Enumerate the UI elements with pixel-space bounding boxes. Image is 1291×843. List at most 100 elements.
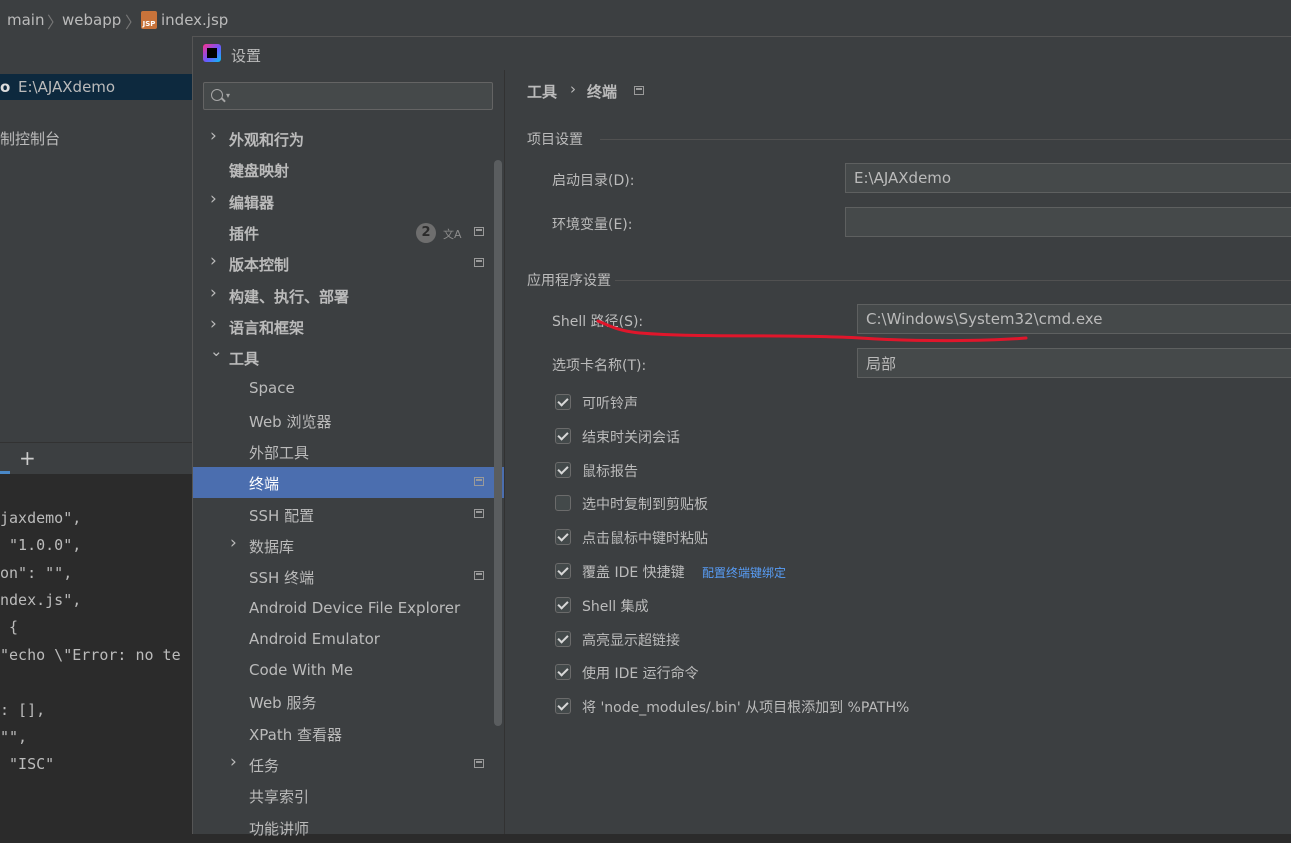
breadcrumb-webapp[interactable]: webapp <box>62 11 121 29</box>
breadcrumb-main[interactable]: main <box>7 11 44 29</box>
sidebar-item[interactable]: 外部工具 <box>193 436 504 467</box>
chevron-right-icon[interactable]: › <box>230 533 237 553</box>
chevron-right-icon[interactable]: › <box>210 189 217 209</box>
sidebar-item[interactable]: › 任务 <box>193 749 504 780</box>
checkbox-checked[interactable] <box>555 529 571 545</box>
option-row[interactable]: 点击鼠标中键时粘贴 <box>555 527 1255 549</box>
sidebar-item[interactable]: Web 浏览器 <box>193 405 504 436</box>
option-row[interactable]: 选中时复制到剪贴板 <box>555 493 1255 515</box>
sidebar-item[interactable]: Android Device File Explorer <box>193 593 504 624</box>
start-dir-input[interactable] <box>845 163 1291 193</box>
env-vars-label: 环境变量(E): <box>552 217 633 233</box>
dialog-titlebar[interactable]: 设置 <box>193 37 1291 70</box>
search-icon[interactable] <box>211 89 223 101</box>
option-label[interactable]: 选中时复制到剪贴板 <box>582 494 708 514</box>
option-row[interactable]: 使用 IDE 运行命令 <box>555 662 1255 684</box>
intellij-logo-icon <box>203 44 221 62</box>
sidebar-item[interactable]: SSH 配置 <box>193 499 504 530</box>
sidebar-item[interactable]: › 外观和行为 <box>193 123 504 154</box>
option-label[interactable]: 将 'node_modules/.bin' 从项目根添加到 %PATH% <box>582 697 909 717</box>
chevron-right-icon[interactable]: › <box>210 126 217 146</box>
option-row[interactable]: 覆盖 IDE 快捷键 配置终端键绑定 <box>555 561 1255 583</box>
chevron-down-icon[interactable]: ⌄ <box>210 342 223 360</box>
option-row[interactable]: 将 'node_modules/.bin' 从项目根添加到 %PATH% <box>555 696 1255 718</box>
checkbox-checked[interactable] <box>555 597 571 613</box>
sidebar-item[interactable]: › 编辑器 <box>193 186 504 217</box>
option-label[interactable]: 点击鼠标中键时粘贴 <box>582 528 708 548</box>
sidebar-item-label: Web 服务 <box>249 694 317 712</box>
sidebar-item-label: 任务 <box>249 757 280 775</box>
jsp-file-icon: JSP <box>141 11 157 29</box>
checkbox-checked[interactable] <box>555 631 571 647</box>
settings-search-input[interactable] <box>236 86 490 108</box>
chevron-right-icon[interactable]: › <box>210 314 217 334</box>
sidebar-item-label: 键盘映射 <box>229 162 290 180</box>
checkbox-checked[interactable] <box>555 563 571 579</box>
ide-breadcrumb: main 〉 webapp 〉 JSP index.jsp <box>0 0 1291 41</box>
sidebar-item[interactable]: 终端 <box>193 467 504 498</box>
code-line: : [], <box>0 701 46 719</box>
env-vars-input[interactable] <box>845 207 1291 237</box>
checkbox-checked[interactable] <box>555 664 571 680</box>
checkbox-checked[interactable] <box>555 462 571 478</box>
sidebar-item[interactable]: › 语言和框架 <box>193 311 504 342</box>
search-options-caret-icon[interactable]: ▾ <box>226 91 230 100</box>
code-line: on": "", <box>0 564 73 582</box>
sidebar-item[interactable]: Space <box>193 373 504 404</box>
sidebar-item[interactable]: Web 服务 <box>193 686 504 717</box>
option-row[interactable]: 结束时关闭会话 <box>555 426 1255 448</box>
sidebar-item[interactable]: 共享索引 <box>193 780 504 811</box>
option-label[interactable]: 高亮显示超链接 <box>582 630 680 650</box>
checkbox-checked[interactable] <box>555 698 571 714</box>
sidebar-item[interactable]: Android Emulator <box>193 624 504 655</box>
checkbox-checked[interactable] <box>555 428 571 444</box>
sidebar-scrollbar[interactable] <box>494 160 502 726</box>
project-level-icon <box>474 509 484 518</box>
option-row[interactable]: 高亮显示超链接 <box>555 629 1255 651</box>
breadcrumb-separator-icon: 〉 <box>125 13 142 32</box>
settings-search-box[interactable]: ▾ <box>203 82 493 110</box>
sidebar-item[interactable]: › 数据库 <box>193 530 504 561</box>
sidebar-item-label: 语言和框架 <box>229 319 305 337</box>
content-breadcrumb-tools[interactable]: 工具 <box>527 81 557 102</box>
option-label[interactable]: 可听铃声 <box>582 393 638 413</box>
option-row[interactable]: 可听铃声 <box>555 392 1255 414</box>
translate-icon: 文A <box>443 228 462 241</box>
project-root-row[interactable]: o E:\AJAXdemo <box>0 74 192 100</box>
content-breadcrumb-terminal: 终端 <box>587 83 618 101</box>
option-row[interactable]: 鼠标报告 <box>555 460 1255 482</box>
sidebar-item[interactable]: Code With Me <box>193 655 504 686</box>
sidebar-item[interactable]: 插件 2 文A <box>193 217 504 248</box>
sidebar-item[interactable]: XPath 查看器 <box>193 718 504 749</box>
sidebar-item-label: 功能讲师 <box>249 820 310 838</box>
sidebar-item[interactable]: › 版本控制 <box>193 248 504 279</box>
tool-window-label[interactable]: 制控制台 <box>0 128 60 149</box>
option-row[interactable]: Shell 集成 <box>555 595 1255 617</box>
shell-path-input[interactable] <box>857 304 1291 334</box>
editor-code-area: jaxdemo", "1.0.0", on": "", ndex.js", { … <box>0 474 192 833</box>
code-line: "ISC" <box>0 755 55 773</box>
checkbox-checked[interactable] <box>555 394 571 410</box>
checkbox-unchecked[interactable] <box>555 495 571 511</box>
sidebar-item[interactable]: ⌄ 工具 <box>193 342 504 373</box>
tab-name-input[interactable] <box>857 348 1291 378</box>
chevron-right-icon[interactable]: › <box>210 251 217 271</box>
option-label[interactable]: 结束时关闭会话 <box>582 427 680 447</box>
chevron-right-icon[interactable]: › <box>210 283 217 303</box>
configure-keybindings-link[interactable]: 配置终端键绑定 <box>702 564 786 581</box>
sidebar-item[interactable]: 键盘映射 <box>193 154 504 185</box>
option-label[interactable]: 鼠标报告 <box>582 461 638 481</box>
option-label[interactable]: Shell 集成 <box>582 596 649 616</box>
sidebar-item[interactable]: 功能讲师 <box>193 812 504 843</box>
dialog-title: 设置 <box>231 47 262 65</box>
add-terminal-icon[interactable]: + <box>19 446 36 470</box>
app-settings-title: 应用程序设置 <box>527 273 611 289</box>
sidebar-item-label: 终端 <box>249 475 280 493</box>
breadcrumb-index-jsp[interactable]: index.jsp <box>161 11 228 29</box>
sidebar-item[interactable]: › 构建、执行、部署 <box>193 280 504 311</box>
option-label[interactable]: 覆盖 IDE 快捷键 <box>582 562 685 582</box>
chevron-right-icon[interactable]: › <box>230 752 237 772</box>
settings-sidebar: ▾ › 外观和行为 键盘映射 › 编辑器 插件 2 文A › 版本控制 › 构建、执行、部署 › 语言和框… <box>193 70 504 838</box>
option-label[interactable]: 使用 IDE 运行命令 <box>582 663 699 683</box>
sidebar-item[interactable]: SSH 终端 <box>193 561 504 592</box>
